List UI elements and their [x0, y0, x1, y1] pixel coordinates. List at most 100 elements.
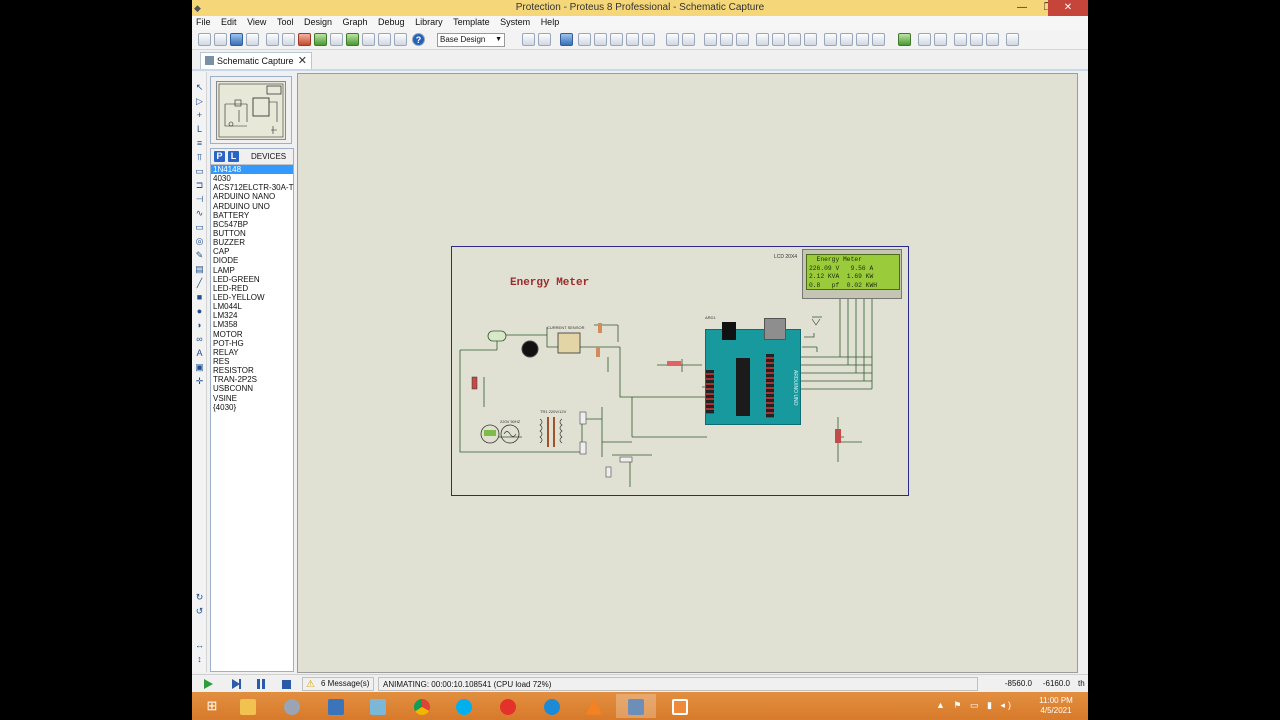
menu-tool[interactable]: Tool — [273, 16, 294, 27]
selection-mode-icon[interactable]: ↖ — [194, 82, 205, 93]
notes-app-icon[interactable] — [358, 694, 398, 718]
device-list-item[interactable]: POT-HG — [211, 339, 293, 348]
origin-icon[interactable] — [560, 33, 573, 46]
vlc-icon[interactable] — [574, 694, 614, 718]
generator-icon[interactable]: ◎ — [194, 236, 205, 247]
menu-help[interactable]: Help — [537, 16, 560, 27]
netlist-icon[interactable] — [1006, 33, 1019, 46]
3d-viewer-icon[interactable] — [330, 33, 343, 46]
device-list-item[interactable]: TRAN-2P2S — [211, 375, 293, 384]
copy-icon[interactable] — [720, 33, 733, 46]
terminals-icon[interactable]: ⊐ — [194, 180, 205, 191]
library-manager-button[interactable]: L — [228, 151, 239, 162]
device-list-item[interactable]: ARDUINO NANO — [211, 192, 293, 201]
help-icon[interactable]: ? — [412, 33, 425, 46]
device-list-item[interactable]: LED-GREEN — [211, 275, 293, 284]
menu-design[interactable]: Design — [300, 16, 332, 27]
mirror-x-icon[interactable]: ↔ — [194, 640, 205, 651]
overview-window[interactable] — [210, 76, 292, 144]
close-tab-icon[interactable]: ✕ — [298, 54, 307, 67]
zoom-out-icon[interactable] — [610, 33, 623, 46]
edge-icon[interactable] — [532, 694, 572, 718]
proteus-taskbar-icon[interactable] — [616, 694, 656, 718]
new-sheet-icon[interactable] — [954, 33, 967, 46]
pcb-layout-icon[interactable] — [298, 33, 311, 46]
chrome-icon[interactable] — [402, 694, 442, 718]
pick-devices-button[interactable]: P — [214, 151, 225, 162]
text-icon[interactable]: A — [194, 348, 205, 359]
rotate-anticlockwise-icon[interactable]: ↺ — [194, 606, 205, 617]
menu-debug[interactable]: Debug — [374, 16, 405, 27]
packaging-tool-icon[interactable] — [856, 33, 869, 46]
pan-icon[interactable] — [578, 33, 591, 46]
text-script-icon[interactable]: ≡ — [194, 138, 205, 149]
opera-icon[interactable] — [488, 694, 528, 718]
redo-icon[interactable] — [682, 33, 695, 46]
decompose-icon[interactable] — [872, 33, 885, 46]
play-icon[interactable] — [204, 679, 213, 689]
pick-parts-icon[interactable] — [824, 33, 837, 46]
symbol-icon[interactable]: ▣ — [194, 362, 205, 373]
device-list-item[interactable]: LED-YELLOW — [211, 293, 293, 302]
close-window-button[interactable]: ✕ — [1048, 0, 1088, 16]
notes-icon[interactable] — [378, 33, 391, 46]
messages-indicator[interactable]: ⚠ 6 Message(s) — [302, 677, 374, 691]
computer-app-icon[interactable] — [316, 694, 356, 718]
minimize-button[interactable]: — — [1008, 0, 1036, 16]
schematic-canvas[interactable]: CURRENT SENSOR TR1 220V/12V 220V 50HZ AR… — [297, 73, 1078, 673]
probe-icon[interactable]: ✎ — [194, 250, 205, 261]
bom-icon[interactable] — [346, 33, 359, 46]
instruments-icon[interactable]: ▤ — [194, 264, 205, 275]
block-move-icon[interactable] — [772, 33, 785, 46]
skype-icon[interactable] — [444, 694, 484, 718]
paste-icon[interactable] — [736, 33, 749, 46]
block-rotate-icon[interactable] — [788, 33, 801, 46]
tape-recorder-icon[interactable]: ▭ — [194, 222, 205, 233]
device-list-item[interactable]: BATTERY — [211, 211, 293, 220]
device-list-item[interactable]: BC547BP — [211, 220, 293, 229]
junction-dot-icon[interactable]: + — [194, 110, 205, 121]
menu-system[interactable]: System — [496, 16, 530, 27]
step-icon[interactable] — [232, 679, 241, 689]
device-list-item[interactable]: {4030} — [211, 403, 293, 412]
device-list-item[interactable]: 4030 — [211, 174, 293, 183]
undo-icon[interactable] — [666, 33, 679, 46]
buses-icon[interactable]: ⫪ — [194, 152, 205, 163]
exit-to-parent-icon[interactable] — [986, 33, 999, 46]
new-icon[interactable] — [198, 33, 211, 46]
device-list-item[interactable]: VSINE — [211, 394, 293, 403]
path-icon[interactable]: ∞ — [194, 334, 205, 345]
device-list-item[interactable]: ACS712ELCTR-30A-T — [211, 183, 293, 192]
block-delete-icon[interactable] — [804, 33, 817, 46]
wire-autorouter-icon[interactable] — [898, 33, 911, 46]
menu-library[interactable]: Library — [411, 16, 443, 27]
menu-view[interactable]: View — [243, 16, 266, 27]
mirror-y-icon[interactable]: ↕ — [194, 654, 205, 665]
schematic-icon[interactable] — [282, 33, 295, 46]
device-list-item[interactable]: LED-RED — [211, 284, 293, 293]
wire-label-icon[interactable]: L — [194, 124, 205, 135]
proteus-isis-taskbar-icon[interactable] — [660, 694, 700, 718]
device-list-item[interactable]: RES — [211, 357, 293, 366]
design-select[interactable]: Base Design ▼ — [437, 33, 505, 47]
block-copy-icon[interactable] — [756, 33, 769, 46]
source-code-icon[interactable] — [394, 33, 407, 46]
device-list-item[interactable]: LM324 — [211, 311, 293, 320]
menu-file[interactable]: File — [192, 16, 211, 27]
cut-icon[interactable] — [704, 33, 717, 46]
design-explorer-icon[interactable] — [362, 33, 375, 46]
component-mode-icon[interactable]: ▷ — [194, 96, 205, 107]
tab-schematic-capture[interactable]: Schematic Capture ✕ — [200, 52, 312, 69]
open-icon[interactable] — [214, 33, 227, 46]
graph-icon[interactable]: ∿ — [194, 208, 205, 219]
stop-icon[interactable] — [282, 680, 291, 689]
box-icon[interactable]: ■ — [194, 292, 205, 303]
home-icon[interactable] — [266, 33, 279, 46]
device-list-item[interactable]: ARDUINO UNO — [211, 202, 293, 211]
tools-app-icon[interactable] — [272, 694, 312, 718]
refresh-icon[interactable] — [522, 33, 535, 46]
taskbar-clock[interactable]: 11:00 PM 4/5/2021 — [1036, 696, 1076, 716]
device-list-item[interactable]: BUTTON — [211, 229, 293, 238]
device-list-item[interactable]: USBCONN — [211, 384, 293, 393]
menu-graph[interactable]: Graph — [339, 16, 368, 27]
